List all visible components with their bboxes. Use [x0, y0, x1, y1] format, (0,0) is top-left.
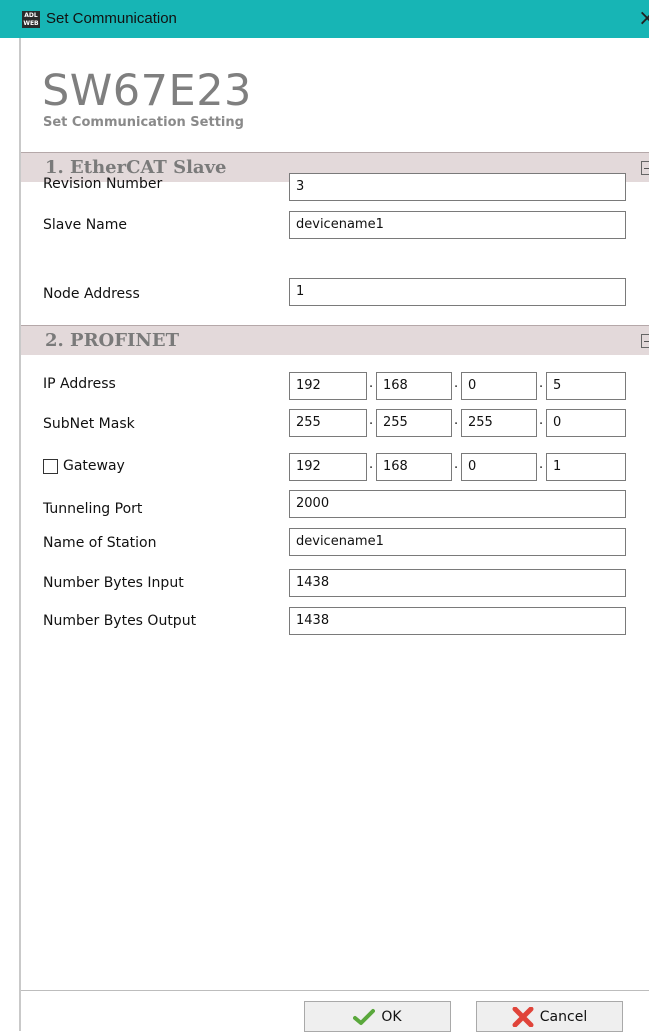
gateway-octet-4[interactable]: 1 [546, 453, 626, 481]
ip-dot: . [454, 457, 459, 472]
number-bytes-input-label: Number Bytes Input [43, 575, 184, 591]
ip-dot: . [454, 376, 459, 391]
close-icon[interactable]: × [638, 6, 649, 32]
header-area: SW67E23 Set Communication Setting [21, 38, 649, 152]
ip-address-octet-2[interactable]: 168 [376, 372, 452, 400]
section-title-profinet: 2. PROFINET [45, 330, 179, 351]
name-of-station-input[interactable]: devicename1 [289, 528, 626, 556]
ip-dot: . [539, 376, 544, 391]
ip-address-octet-3[interactable]: 0 [461, 372, 537, 400]
section-header-profinet[interactable]: 2. PROFINET [21, 325, 649, 355]
revision-number-input[interactable]: 3 [289, 173, 626, 201]
subnet-mask-octet-4[interactable]: 0 [546, 409, 626, 437]
checkmark-icon [353, 1008, 376, 1025]
number-bytes-output-label: Number Bytes Output [43, 613, 197, 629]
ip-dot: . [539, 457, 544, 472]
subnet-mask-octet-2[interactable]: 255 [376, 409, 452, 437]
window-title: Set Communication [46, 10, 177, 27]
number-bytes-input-field[interactable]: 1438 [289, 569, 626, 597]
collapse-icon[interactable] [641, 334, 649, 348]
ip-address-label: IP Address [43, 376, 116, 392]
collapse-icon[interactable] [641, 161, 649, 175]
ok-button[interactable]: OK [304, 1001, 451, 1032]
slave-name-input[interactable]: devicename1 [289, 211, 626, 239]
subnet-mask-octet-3[interactable]: 255 [461, 409, 537, 437]
ip-dot: . [369, 376, 374, 391]
gateway-octet-3[interactable]: 0 [461, 453, 537, 481]
cross-icon [512, 1006, 534, 1027]
ip-dot: . [454, 413, 459, 428]
gateway-octet-2[interactable]: 168 [376, 453, 452, 481]
gateway-label: Gateway [63, 458, 125, 474]
subnet-mask-octet-1[interactable]: 255 [289, 409, 367, 437]
window-titlebar: ADL WEB Set Communication × [0, 0, 649, 38]
number-bytes-output-field[interactable]: 1438 [289, 607, 626, 635]
ip-dot: . [369, 457, 374, 472]
cancel-button[interactable]: Cancel [476, 1001, 623, 1032]
ok-button-label: OK [381, 1008, 402, 1025]
slave-name-label: Slave Name [43, 217, 128, 233]
page-title: SW67E23 [42, 66, 252, 116]
revision-number-label: Revision Number [43, 176, 163, 192]
name-of-station-label: Name of Station [43, 535, 157, 551]
section-title-ethercat: 1. EtherCAT Slave [45, 157, 227, 178]
app-icon: ADL WEB [22, 11, 40, 28]
ip-dot: . [369, 413, 374, 428]
node-address-label: Node Address [43, 286, 140, 302]
cancel-button-label: Cancel [539, 1008, 588, 1025]
tunneling-port-input[interactable]: 2000 [289, 490, 626, 518]
ip-dot: . [539, 413, 544, 428]
dialog-footer: OK Cancel [21, 990, 649, 1032]
page-subtitle: Set Communication Setting [43, 115, 244, 130]
gateway-octet-1[interactable]: 192 [289, 453, 367, 481]
ip-address-octet-1[interactable]: 192 [289, 372, 367, 400]
gateway-checkbox[interactable] [43, 459, 58, 474]
tunneling-port-label: Tunneling Port [43, 501, 143, 517]
dialog-body: SW67E23 Set Communication Setting 1. Eth… [19, 38, 649, 1032]
ip-address-octet-4[interactable]: 5 [546, 372, 626, 400]
subnet-mask-label: SubNet Mask [43, 416, 135, 432]
node-address-input[interactable]: 1 [289, 278, 626, 306]
